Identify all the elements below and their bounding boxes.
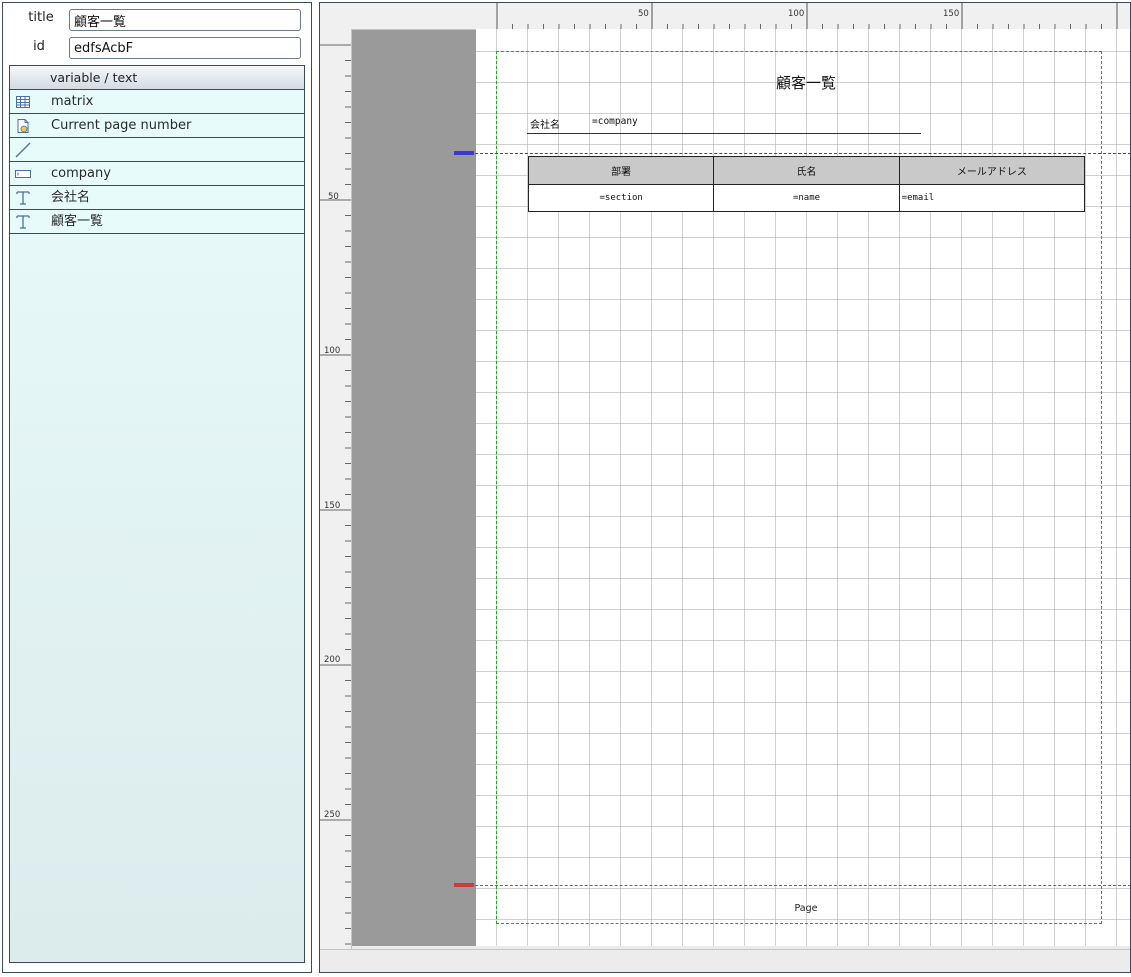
ruler-top-label: 150	[943, 9, 960, 19]
matrix-data-cell[interactable]: =email	[898, 184, 1086, 212]
id-input[interactable]	[69, 37, 301, 59]
matrix-header-row: 部署 氏名 メールアドレス	[527, 156, 1086, 185]
list-item-company[interactable]: company	[10, 162, 304, 186]
ruler-left-label: 150	[324, 501, 341, 511]
list-item-line[interactable]	[10, 138, 304, 162]
matrix-header-cell[interactable]: メールアドレス	[898, 156, 1086, 185]
matrix-header-cell[interactable]: 氏名	[713, 156, 900, 185]
object-list: variable / text matrix Current page numb…	[9, 65, 305, 963]
ruler-left-label: 50	[328, 192, 339, 202]
list-item-label: 顧客一覧	[51, 214, 104, 229]
list-item-matrix[interactable]: matrix	[10, 90, 304, 114]
matrix-icon	[16, 96, 30, 108]
page-number-icon	[17, 119, 29, 133]
list-item-label: company	[51, 166, 111, 181]
list-item-label: Current page number	[51, 118, 192, 133]
ruler-top-label: 50	[638, 9, 649, 19]
matrix-data-row: =section =name =email	[527, 184, 1086, 212]
id-label: id	[33, 39, 45, 54]
vertical-ruler: 50 100 150 200 250	[320, 29, 352, 949]
text-icon	[16, 191, 30, 205]
title-label: title	[28, 10, 54, 25]
title-input[interactable]	[69, 9, 301, 31]
report-page[interactable]: 顧客一覧 会社名 =company 部署 氏名 メールアドレス =section…	[476, 29, 1130, 946]
list-item-title-text[interactable]: 顧客一覧	[10, 210, 304, 234]
list-item-label: matrix	[51, 94, 94, 109]
matrix-data-cell[interactable]: =name	[713, 184, 900, 212]
report-title[interactable]: 顧客一覧	[476, 72, 1130, 93]
horizontal-scrollbar[interactable]	[320, 949, 1130, 972]
header-band-handle[interactable]	[454, 151, 474, 155]
design-canvas[interactable]: 50 100 150 50 100 150 200 250 顧客一覧 会社名 =…	[319, 2, 1131, 973]
list-item-company-label[interactable]: 会社名	[10, 186, 304, 210]
ruler-left-label: 200	[324, 655, 341, 665]
horizontal-ruler: 50 100 150	[320, 3, 1130, 30]
horizontal-ruler-ticks	[496, 3, 1118, 29]
properties-panel: title id variable / text matrix Current …	[2, 2, 312, 973]
object-list-header: variable / text	[10, 66, 304, 90]
page-number-field[interactable]: Page	[476, 903, 1130, 914]
matrix-header-cell[interactable]: 部署	[527, 156, 715, 185]
list-item-page-number[interactable]: Current page number	[10, 114, 304, 138]
company-variable-field[interactable]: =company	[592, 116, 638, 127]
list-item-label: 会社名	[51, 190, 91, 205]
company-label-text[interactable]: 会社名	[530, 116, 560, 131]
header-band-line[interactable]	[475, 153, 1130, 154]
matrix-data-cell[interactable]: =section	[527, 184, 715, 212]
footer-band-handle[interactable]	[454, 883, 474, 887]
text-icon	[16, 215, 30, 229]
company-underline[interactable]	[527, 133, 921, 134]
matrix-table[interactable]: 部署 氏名 メールアドレス =section =name =email	[527, 156, 1086, 212]
ruler-left-label: 250	[324, 810, 341, 820]
footer-band-line[interactable]	[475, 885, 1130, 886]
line-icon	[15, 142, 31, 158]
ruler-left-label: 100	[324, 346, 341, 356]
variable-field-icon	[15, 170, 31, 178]
ruler-top-label: 100	[788, 9, 805, 19]
